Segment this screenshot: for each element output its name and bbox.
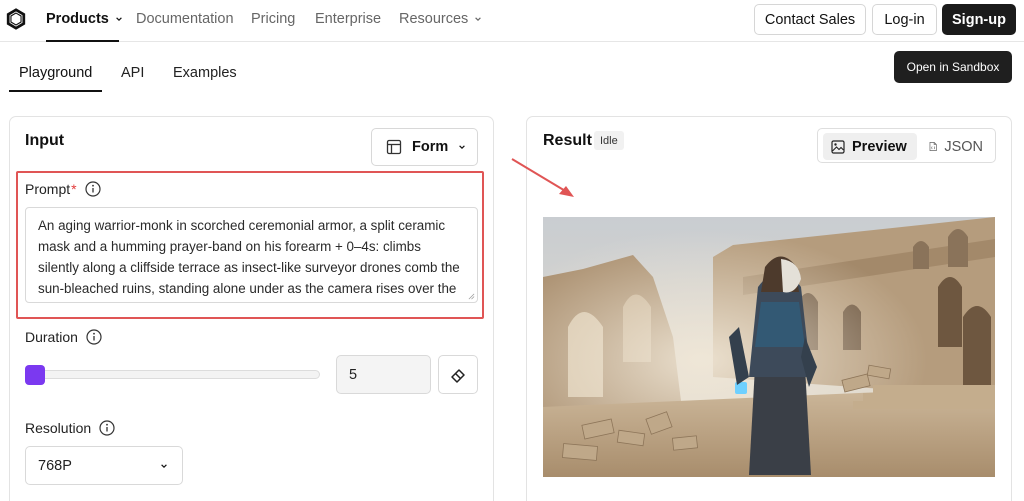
top-navigation: Products Documentation Pricing Enterpris… xyxy=(0,0,1024,42)
reset-duration-button[interactable] xyxy=(438,355,478,394)
logo-icon[interactable] xyxy=(5,8,27,30)
login-button[interactable]: Log-in xyxy=(872,4,937,35)
tab-playground[interactable]: Playground xyxy=(19,65,92,81)
open-in-sandbox-button[interactable]: Open in Sandbox xyxy=(894,51,1012,83)
active-nav-underline xyxy=(46,40,119,42)
nav-resources[interactable]: Resources xyxy=(399,11,482,27)
prompt-textarea[interactable]: An aging warrior-monk in scorched ceremo… xyxy=(25,207,478,303)
duration-label-text: Duration xyxy=(25,329,78,345)
preview-tab[interactable]: Preview xyxy=(823,133,917,160)
json-file-icon xyxy=(929,141,937,152)
preview-tab-label: Preview xyxy=(852,138,907,155)
required-mark: * xyxy=(71,181,77,197)
eraser-icon xyxy=(451,368,465,383)
tab-api[interactable]: API xyxy=(121,65,144,81)
duration-label: Duration xyxy=(25,329,102,345)
prompt-label-text: Prompt xyxy=(25,181,71,197)
form-mode-label: Form xyxy=(412,139,449,155)
result-video-preview[interactable] xyxy=(543,217,995,477)
chevron-down-icon xyxy=(116,17,122,22)
info-icon[interactable] xyxy=(99,420,115,436)
nav-products[interactable]: Products xyxy=(46,11,123,27)
warrior-monk-preview-image xyxy=(543,217,995,477)
input-panel-title: Input xyxy=(25,132,65,149)
nav-enterprise[interactable]: Enterprise xyxy=(315,11,381,27)
duration-slider-thumb[interactable] xyxy=(25,365,45,385)
nav-pricing-label: Pricing xyxy=(251,11,296,27)
info-icon[interactable] xyxy=(84,181,101,197)
duration-slider-track[interactable] xyxy=(25,370,320,379)
json-tab-label: JSON xyxy=(944,138,983,155)
nav-enterprise-label: Enterprise xyxy=(315,11,382,27)
annotation-arrow xyxy=(511,158,574,197)
chevron-down-icon xyxy=(459,145,466,150)
duration-input[interactable]: 5 xyxy=(336,355,431,394)
image-icon xyxy=(831,139,845,154)
form-layout-icon xyxy=(386,139,402,155)
signup-button[interactable]: Sign-up xyxy=(942,4,1016,35)
resolution-select[interactable]: 768P xyxy=(25,446,183,485)
result-panel-title: Result xyxy=(543,132,592,149)
nav-products-label: Products xyxy=(46,11,109,27)
info-icon[interactable] xyxy=(86,329,102,345)
status-badge: Idle xyxy=(594,131,624,150)
tab-examples[interactable]: Examples xyxy=(173,65,237,81)
chevron-down-icon xyxy=(161,463,167,468)
resolution-value: 768P xyxy=(38,457,72,474)
nav-resources-label: Resources xyxy=(399,11,469,27)
chevron-down-icon xyxy=(475,17,482,22)
active-tab-underline xyxy=(9,90,102,92)
prompt-text: An aging warrior-monk in scorched ceremo… xyxy=(38,218,460,296)
nav-pricing[interactable]: Pricing xyxy=(251,11,295,27)
json-tab[interactable]: JSON xyxy=(921,133,991,160)
nav-documentation-label: Documentation xyxy=(136,11,234,27)
resolution-label: Resolution xyxy=(25,420,115,436)
prompt-label: Prompt * xyxy=(25,181,101,197)
view-toggle: Preview JSON xyxy=(817,128,996,163)
form-mode-button[interactable]: Form xyxy=(371,128,478,166)
contact-sales-button[interactable]: Contact Sales xyxy=(754,4,866,35)
resize-grip-icon[interactable] xyxy=(468,293,475,300)
nav-documentation[interactable]: Documentation xyxy=(136,11,234,27)
resolution-label-text: Resolution xyxy=(25,420,92,436)
